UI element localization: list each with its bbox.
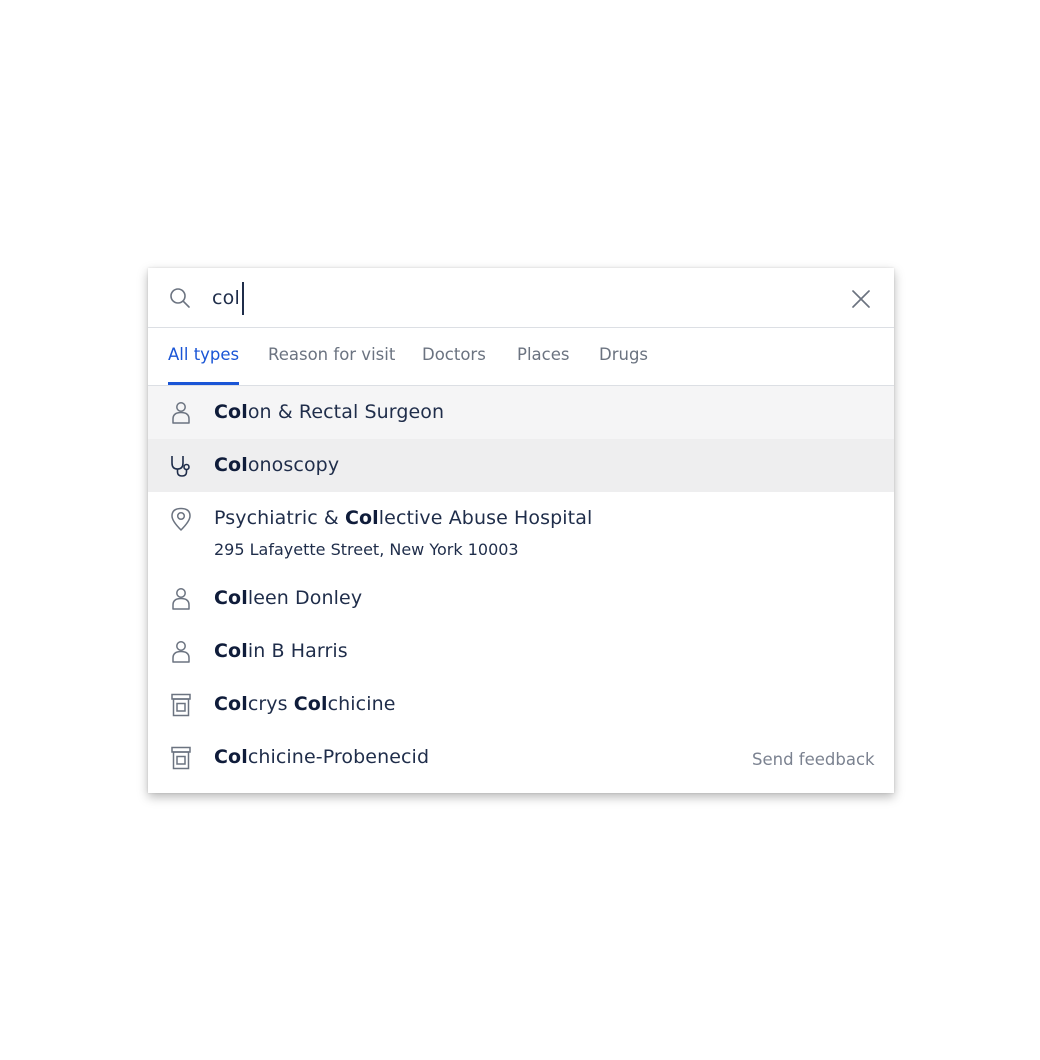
list-item[interactable]: Colcrys Colchicine (148, 678, 894, 731)
result-text: in B Harris (247, 640, 348, 662)
query-match-text: Col (214, 640, 248, 662)
list-item[interactable]: Colon & Rectal Surgeon (148, 386, 894, 439)
result-label: Colin B Harris (214, 640, 348, 662)
filter-tabs: All types Reason for visit Doctors Place… (148, 328, 894, 386)
pill-bottle-icon (168, 692, 194, 718)
query-match-text: Col (344, 507, 379, 529)
result-text: leen Donley (247, 587, 363, 609)
query-match-text: Col (214, 454, 248, 476)
result-text: lective Abuse Hospital (378, 507, 593, 529)
result-label: Colcrys Colchicine (214, 693, 396, 715)
tab-places[interactable]: Places (517, 345, 569, 364)
text-caret (241, 281, 244, 315)
query-match-text: Col (214, 401, 248, 423)
search-input[interactable]: col (212, 281, 244, 315)
person-icon (168, 586, 194, 612)
stethoscope-icon (168, 453, 194, 479)
send-feedback-link[interactable]: Send feedback (752, 750, 875, 769)
query-match-text: Col (293, 693, 328, 715)
query-match-text: Col (214, 693, 248, 715)
result-text: chicine-Probenecid (247, 746, 430, 768)
result-text: chicine (327, 693, 396, 715)
search-icon (169, 287, 191, 309)
tab-all-types[interactable]: All types (168, 345, 239, 364)
list-item[interactable]: Colin B Harris (148, 625, 894, 678)
result-label: Colchicine-Probenecid (214, 746, 429, 768)
person-icon (168, 639, 194, 665)
result-text: Psychiatric & (214, 507, 345, 529)
tab-reason-for-visit[interactable]: Reason for visit (268, 345, 395, 364)
active-tab-indicator (168, 382, 239, 385)
result-text: onoscopy (247, 454, 340, 476)
person-icon (168, 400, 194, 426)
location-pin-icon (168, 506, 194, 532)
result-text: on & Rectal Surgeon (247, 401, 445, 423)
result-text: crys (247, 693, 294, 715)
result-address: 295 Lafayette Street, New York 10003 (214, 540, 519, 559)
tab-doctors[interactable]: Doctors (422, 345, 486, 364)
tab-drugs[interactable]: Drugs (599, 345, 648, 364)
query-match-text: Col (214, 587, 248, 609)
result-label: Psychiatric & Collective Abuse Hospital (214, 507, 592, 529)
search-input-value: col (212, 287, 240, 309)
search-bar: col (148, 268, 894, 328)
query-match-text: Col (214, 746, 248, 768)
result-label: Colleen Donley (214, 587, 362, 609)
result-label: Colonoscopy (214, 454, 339, 476)
list-item[interactable]: Colonoscopy (148, 439, 894, 492)
list-item[interactable]: Colleen Donley (148, 572, 894, 625)
result-label: Colon & Rectal Surgeon (214, 401, 444, 423)
pill-bottle-icon (168, 745, 194, 771)
close-icon[interactable] (848, 286, 874, 312)
list-item[interactable]: Psychiatric & Collective Abuse Hospital … (148, 492, 894, 572)
search-dropdown-panel: col All types Reason for visit Doctors P… (148, 268, 894, 793)
